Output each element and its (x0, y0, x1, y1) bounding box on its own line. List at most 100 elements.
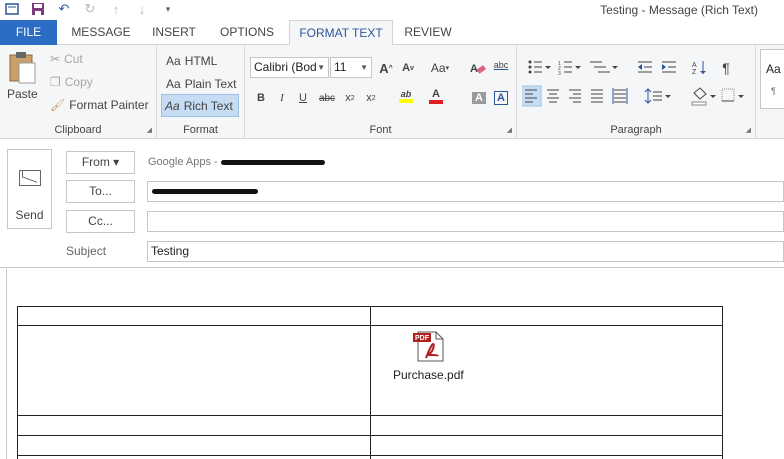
font-size-value: 11 (334, 60, 347, 74)
svg-text:A: A (692, 62, 697, 69)
send-label: Send (15, 208, 44, 222)
tab-file[interactable]: FILE (0, 20, 57, 45)
copy-label: Copy (64, 75, 93, 89)
grow-font-button[interactable]: A ^ (376, 58, 396, 78)
format-group: Aa HTML Aa Plain Text Aa Rich Text Forma… (157, 45, 245, 139)
rich-text-button[interactable]: Aa Rich Text (161, 94, 239, 117)
multilevel-list-icon[interactable] (590, 61, 618, 73)
message-body[interactable]: PDF Purchase.pdf (0, 269, 784, 459)
outlook-icon[interactable] (4, 1, 20, 17)
from-button[interactable]: From ▾ (66, 151, 135, 174)
highlight-color-swatch (399, 99, 413, 103)
char-border-button[interactable]: A (491, 88, 511, 108)
pdf-icon: PDF (413, 331, 444, 362)
cc-field[interactable] (147, 211, 784, 232)
table-cell[interactable] (17, 325, 371, 416)
subscript-button[interactable]: x2 (340, 88, 360, 108)
dialog-launcher-icon[interactable]: ◢ (746, 126, 751, 134)
table-cell[interactable] (370, 415, 723, 436)
styles-gallery[interactable]: Aa ¶ (760, 49, 784, 109)
quick-access-toolbar: ↶ ↻ ↑ ↓ ▾ (4, 1, 176, 17)
spelling-icon[interactable]: abc (491, 55, 511, 75)
shading-button[interactable]: A (469, 88, 489, 108)
bold-icon: B (257, 92, 265, 104)
body-table[interactable]: PDF Purchase.pdf (17, 306, 723, 459)
italic-button[interactable]: I (272, 88, 292, 108)
superscript-button[interactable]: x2 (361, 88, 381, 108)
increase-indent-icon[interactable] (662, 61, 676, 73)
style-preview: Aa (766, 62, 781, 76)
paste-button[interactable]: Paste (7, 51, 38, 101)
strikethrough-button[interactable]: abc (315, 88, 339, 108)
dialog-launcher-icon[interactable]: ◢ (507, 126, 512, 134)
font-color-swatch (429, 100, 443, 104)
aa-icon: Aa (166, 77, 181, 91)
font-family-combo[interactable]: Calibri (Bod ▼ (250, 57, 329, 78)
bold-button[interactable]: B (251, 88, 271, 108)
up-icon: ↑ (112, 1, 120, 17)
tab-message[interactable]: MESSAGE (63, 20, 139, 45)
table-cell[interactable]: PDF Purchase.pdf (370, 325, 723, 416)
highlight-button[interactable]: ab (391, 86, 421, 106)
undo-icon[interactable]: ↶ (56, 1, 72, 17)
table-cell[interactable] (17, 435, 371, 456)
font-color-icon: A (432, 88, 440, 100)
cc-button[interactable]: Cc... (66, 210, 135, 233)
font-group: Calibri (Bod ▼ 11 ▼ A ^ Av Aa ▾ A abc B I … (245, 45, 517, 139)
customize-icon[interactable]: ▾ (160, 1, 176, 17)
pilcrow-icon: ¶ (771, 86, 776, 96)
plain-text-button[interactable]: Aa Plain Text (163, 73, 240, 95)
superscript-mark: 2 (371, 94, 376, 102)
table-cell[interactable] (17, 455, 371, 459)
html-format-button[interactable]: Aa HTML (163, 50, 220, 72)
table-row (17, 415, 723, 436)
font-size-combo[interactable]: 11 ▼ (330, 57, 372, 78)
table-cell[interactable] (370, 455, 723, 459)
align-center-icon[interactable] (547, 89, 559, 103)
align-left-button[interactable] (522, 85, 542, 107)
borders-icon[interactable] (721, 88, 744, 102)
subject-field[interactable]: Testing (147, 241, 784, 262)
format-group-label: Format (183, 124, 218, 136)
to-field[interactable] (147, 181, 784, 202)
tab-options[interactable]: OPTIONS (210, 20, 284, 45)
align-right-icon[interactable] (569, 89, 581, 103)
decrease-indent-icon[interactable] (638, 61, 652, 73)
chevron-down-icon: ▼ (317, 63, 325, 72)
table-row: PDF Purchase.pdf (17, 325, 723, 416)
subscript-mark: 2 (350, 94, 355, 102)
font-family-value: Calibri (Bod (254, 60, 317, 74)
grow-font-icon: A (379, 60, 389, 76)
compose-header: Send From ▾ Google Apps - To... Cc... Su… (0, 140, 784, 268)
sort-icon[interactable]: AZ (692, 61, 706, 76)
redo-icon: ↻ (84, 1, 96, 16)
clipboard-group: Paste ✂ Cut ❐ Copy 🖌 Format Painter Clip… (0, 45, 157, 139)
dialog-launcher-icon[interactable]: ◢ (147, 126, 152, 134)
table-cell[interactable] (17, 306, 371, 326)
distributed-icon[interactable] (612, 88, 628, 104)
tab-format-text[interactable]: FORMAT TEXT (289, 20, 393, 46)
table-cell[interactable] (370, 306, 723, 326)
underline-button[interactable]: U (293, 88, 313, 108)
justify-icon[interactable] (591, 89, 603, 103)
line-spacing-icon[interactable] (644, 88, 671, 104)
table-cell[interactable] (370, 435, 723, 456)
shrink-font-button[interactable]: Av (398, 58, 418, 78)
show-formatting-button[interactable]: ¶ (716, 58, 736, 78)
change-case-button[interactable]: Aa ▾ (426, 58, 454, 78)
tab-insert[interactable]: INSERT (143, 20, 205, 45)
bullets-icon[interactable] (528, 60, 552, 74)
clear-format-icon[interactable]: A (468, 58, 488, 78)
numbering-icon[interactable]: 123 (558, 61, 581, 77)
down-icon: ↓ (138, 1, 146, 17)
tab-review[interactable]: REVIEW (397, 20, 459, 45)
table-cell[interactable] (17, 415, 371, 436)
table-row (17, 455, 723, 459)
to-button[interactable]: To... (66, 180, 135, 203)
format-painter-button[interactable]: 🖌 Format Painter (50, 98, 149, 112)
font-color-button[interactable]: A (421, 86, 451, 106)
shading-bucket-icon[interactable] (691, 87, 716, 106)
send-button[interactable]: Send (7, 149, 52, 229)
table-row (17, 306, 723, 326)
save-icon[interactable] (30, 1, 46, 17)
